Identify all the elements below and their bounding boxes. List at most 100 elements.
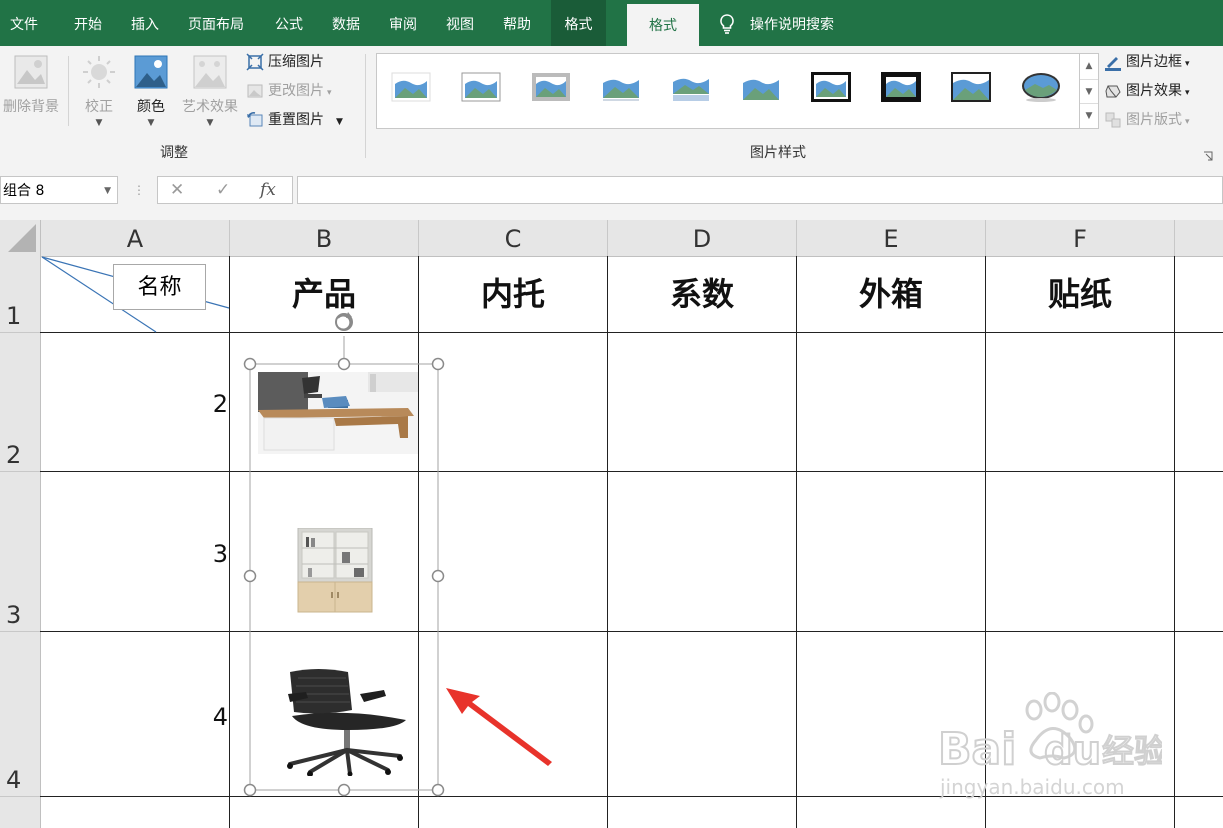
picture-effects-label: 图片效果	[1126, 83, 1182, 99]
style-thumbnail[interactable]	[811, 72, 851, 102]
change-picture-label: 更改图片	[268, 83, 324, 99]
tab-file[interactable]: 文件	[0, 0, 48, 46]
change-picture-icon	[246, 82, 264, 100]
name-box[interactable]: 组合 8 ▼	[0, 176, 118, 204]
corrections-button[interactable]: 校正 ▼	[76, 54, 122, 128]
tab-home[interactable]: 开始	[64, 0, 112, 46]
sun-icon	[81, 54, 117, 90]
gallery-up-arrow-icon[interactable]: ▲	[1080, 54, 1098, 78]
style-thumbnail[interactable]	[601, 72, 641, 102]
cell-a4-value[interactable]: 4	[40, 703, 228, 731]
compress-pictures-label: 压缩图片	[268, 54, 324, 70]
tab-view[interactable]: 视图	[436, 0, 484, 46]
style-thumbnail[interactable]	[531, 72, 571, 102]
grid-line	[40, 631, 1223, 632]
enter-check-icon[interactable]: ✓	[216, 176, 230, 204]
column-header-e[interactable]: E	[797, 220, 986, 256]
row-header-3[interactable]: 3	[0, 472, 40, 632]
cell-a3-value[interactable]: 3	[40, 540, 228, 568]
gallery-down-arrow-icon[interactable]: ▼	[1080, 79, 1098, 104]
cell-a2-value[interactable]: 2	[40, 390, 228, 418]
lightbulb-icon	[718, 14, 736, 34]
row-number: 1	[6, 302, 22, 330]
corrections-label: 校正	[85, 99, 113, 115]
dialog-launcher-icon[interactable]	[1203, 146, 1213, 161]
picture-effects-button[interactable]: 图片效果 ▾	[1104, 80, 1190, 102]
style-thumbnail[interactable]	[1021, 72, 1061, 102]
tab-formulas[interactable]: 公式	[265, 0, 313, 46]
tab-review[interactable]: 审阅	[379, 0, 427, 46]
header-cell-outer-box[interactable]: 外箱	[797, 256, 985, 332]
style-thumbnail[interactable]	[881, 72, 921, 102]
row-number: 3	[6, 601, 22, 629]
row-number: 4	[6, 766, 22, 794]
artistic-effects-icon	[192, 54, 228, 90]
chevron-down-icon: ▾	[1185, 59, 1190, 69]
style-thumbnail[interactable]	[741, 72, 781, 102]
column-header-d[interactable]: D	[608, 220, 797, 256]
column-header-b[interactable]: B	[230, 220, 419, 256]
picture-layout-icon	[1104, 111, 1122, 129]
select-all-button[interactable]	[0, 220, 41, 256]
style-thumbnail[interactable]	[671, 72, 711, 102]
insert-function-icon[interactable]: fx	[260, 176, 276, 204]
style-thumbnail[interactable]	[391, 72, 431, 102]
chevron-down-icon: ▼	[206, 118, 214, 128]
tell-me-search[interactable]: 操作说明搜索	[740, 0, 844, 46]
tab-help[interactable]: 帮助	[493, 0, 541, 46]
color-button[interactable]: 颜色 ▼	[128, 54, 174, 128]
tab-format-context[interactable]: 格式	[551, 0, 606, 46]
ribbon-tab-bar: 文件 开始 插入 页面布局 公式 数据 审阅 视图 帮助 格式 格式 操作说明搜…	[0, 0, 1223, 46]
column-header-a[interactable]: A	[41, 220, 230, 256]
tab-page-layout[interactable]: 页面布局	[178, 0, 254, 46]
grid-line	[1174, 256, 1175, 828]
ribbon-divider	[365, 54, 366, 158]
row-headers: 1 2 3 4	[0, 256, 41, 828]
svg-text:Bai: Bai	[938, 724, 1016, 775]
red-arrow-annotation	[446, 688, 552, 766]
artistic-effects-button[interactable]: 艺术效果 ▼	[178, 54, 242, 128]
grid-line	[40, 471, 1223, 472]
header-cell-coefficient[interactable]: 系数	[608, 256, 796, 332]
column-header-f[interactable]: F	[986, 220, 1175, 256]
chevron-down-icon: ▼	[147, 118, 155, 128]
cancel-icon[interactable]: ✕	[170, 176, 184, 204]
compress-icon	[246, 53, 264, 71]
header-cell-sticker[interactable]: 贴纸	[986, 256, 1174, 332]
select-all-triangle-icon	[8, 224, 36, 252]
picture-layout-label: 图片版式	[1126, 112, 1182, 128]
compress-pictures-button[interactable]: 压缩图片	[246, 51, 324, 73]
adjust-group-label: 调整	[160, 145, 188, 161]
column-header-c[interactable]: C	[419, 220, 608, 256]
row-header-1[interactable]: 1	[0, 256, 40, 333]
picture-border-button[interactable]: 图片边框 ▾	[1104, 51, 1190, 73]
tab-insert[interactable]: 插入	[121, 0, 169, 46]
chevron-down-icon: ▾	[1185, 88, 1190, 98]
picture-color-icon	[133, 54, 169, 90]
formula-input[interactable]	[297, 176, 1223, 204]
picture-layout-button[interactable]: 图片版式 ▾	[1104, 109, 1190, 131]
group-selection-frame[interactable]	[236, 306, 458, 804]
grid-line	[229, 256, 230, 828]
more-options-icon: ⋮	[133, 183, 145, 197]
style-thumbnail[interactable]	[951, 72, 991, 102]
row-header-4[interactable]: 4	[0, 632, 40, 797]
chevron-down-icon[interactable]: ▼	[104, 177, 111, 205]
tab-data[interactable]: 数据	[322, 0, 370, 46]
grid-line	[796, 256, 797, 828]
grid-line	[607, 256, 608, 828]
tab-format-active[interactable]: 格式	[627, 0, 699, 46]
remove-background-button[interactable]: 删除背景	[0, 54, 62, 116]
change-picture-button[interactable]: 更改图片 ▾	[246, 80, 332, 102]
remove-background-icon	[13, 54, 49, 90]
svg-text:du: du	[1044, 728, 1101, 774]
gallery-more-icon[interactable]: ▼	[1080, 103, 1098, 128]
row-number: 2	[6, 441, 22, 469]
baidu-watermark-logo: Bai du 经验 jingyan.baidu.com	[937, 692, 1162, 799]
style-thumbnail[interactable]	[461, 72, 501, 102]
rotate-handle-icon	[335, 312, 353, 331]
picture-styles-group-label: 图片样式	[750, 145, 806, 161]
row-header-2[interactable]: 2	[0, 333, 40, 472]
a1-name-textbox[interactable]: 名称	[113, 264, 206, 310]
reset-picture-button[interactable]: 重置图片 ▼	[246, 109, 343, 131]
